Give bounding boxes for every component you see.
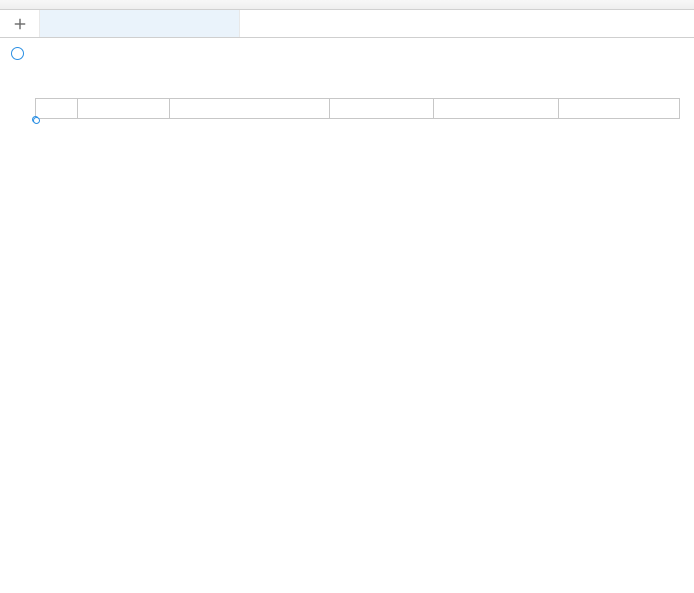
spreadsheet-grid[interactable] (35, 98, 680, 119)
header-blank[interactable] (434, 99, 559, 119)
plus-icon (13, 17, 27, 31)
select-all-corner[interactable] (0, 45, 35, 62)
circle-icon (11, 47, 24, 60)
add-sheet-button[interactable] (0, 10, 40, 37)
header-part-number[interactable] (77, 99, 169, 119)
header-order[interactable] (559, 99, 680, 119)
header-item[interactable] (169, 99, 329, 119)
sheet-tab-bar (0, 10, 694, 38)
toolbar-menu (0, 0, 694, 10)
header-qty[interactable] (329, 99, 434, 119)
sheet-tab-checklist[interactable] (40, 10, 240, 37)
cell-selection (35, 119, 37, 121)
header-check[interactable] (36, 99, 78, 119)
